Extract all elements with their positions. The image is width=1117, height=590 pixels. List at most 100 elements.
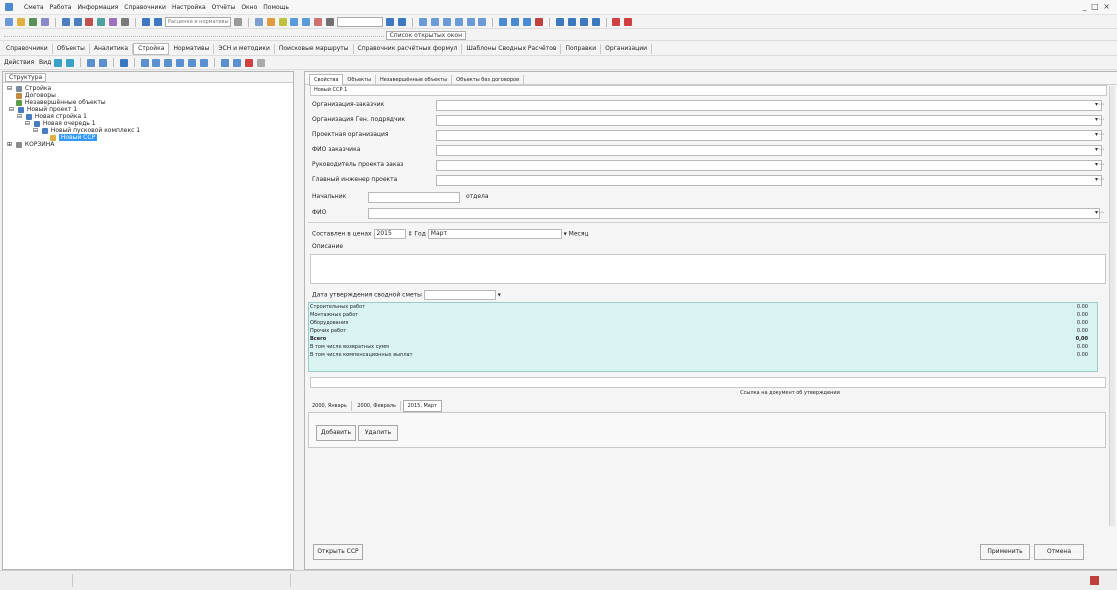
apply-button[interactable]: Применить — [980, 544, 1030, 560]
lookup-icon[interactable]: ▾⋯ — [1095, 131, 1104, 138]
delete-button[interactable]: Удалить — [358, 425, 398, 441]
cancel-button[interactable]: Отмена — [1034, 544, 1084, 560]
tree-item[interactable]: Договоры — [7, 92, 140, 99]
tool-icon[interactable] — [188, 58, 197, 67]
add-icon[interactable] — [54, 58, 63, 67]
dropdown-icon[interactable] — [233, 18, 242, 26]
tool-icon[interactable] — [442, 18, 451, 26]
tool-icon[interactable] — [164, 58, 173, 67]
copy-icon[interactable] — [97, 18, 106, 26]
tree-item[interactable]: Незавершённые объекты — [7, 99, 140, 106]
menu-item[interactable]: Смета — [24, 4, 44, 11]
export-icon[interactable] — [290, 18, 299, 26]
flag-icon[interactable] — [278, 18, 287, 26]
delete-icon[interactable] — [85, 18, 94, 26]
tool-icon[interactable] — [478, 18, 487, 26]
menu-item[interactable]: Окно — [241, 4, 257, 11]
tab-normativy[interactable]: Нормативы — [169, 44, 215, 54]
expand-icon[interactable]: ⊟ — [7, 85, 13, 92]
menu-item[interactable]: Информация — [77, 4, 118, 11]
design-org-field[interactable] — [436, 130, 1102, 141]
paste-icon[interactable] — [109, 18, 118, 26]
spin-icon[interactable]: ⇕ — [407, 231, 412, 238]
tool-icon[interactable] — [430, 18, 439, 26]
tool-icon[interactable] — [567, 18, 576, 26]
fio-field[interactable] — [368, 208, 1100, 219]
cut-icon[interactable] — [121, 18, 130, 26]
expand-icon[interactable]: ⊟ — [17, 113, 23, 120]
open-ssr-button[interactable]: Открыть ССР — [313, 544, 363, 560]
new-icon[interactable] — [5, 18, 13, 26]
tab-corrections[interactable]: Поправки — [561, 44, 602, 54]
tab-unfinished[interactable]: Незавершённые объекты — [376, 75, 453, 85]
find-icon[interactable] — [142, 18, 151, 26]
tree-item[interactable]: Новый ССР — [7, 134, 140, 141]
tab-objects[interactable]: Объекты — [343, 75, 376, 85]
close-icon[interactable] — [244, 58, 253, 67]
ssr-name-field[interactable]: Новый ССР 1 — [310, 85, 1107, 96]
tree-item[interactable]: ⊟ Новый проект 1 — [7, 106, 140, 113]
excel-icon[interactable] — [314, 18, 323, 26]
open-windows-dropdown[interactable]: Список открытых окон — [385, 31, 467, 40]
structure-tab[interactable]: Структура — [5, 73, 47, 82]
import-icon[interactable] — [302, 18, 311, 26]
approval-date-field[interactable] — [423, 290, 496, 300]
approval-doc-field[interactable] — [310, 377, 1106, 388]
add-child-icon[interactable] — [66, 58, 75, 67]
window-controls[interactable]: _ □ × — [1083, 2, 1111, 11]
customer-org-field[interactable] — [436, 100, 1102, 111]
refresh-icon[interactable] — [256, 58, 265, 67]
tool-icon[interactable] — [499, 18, 508, 26]
error-icon[interactable] — [624, 18, 633, 26]
period-tab[interactable]: 2000, Февраль — [353, 401, 401, 411]
norm-combo[interactable]: Расценки и нормативы — [164, 17, 231, 27]
tree-item[interactable]: ⊟ Стройка — [7, 85, 140, 92]
tool-icon[interactable] — [220, 58, 229, 67]
settings-icon[interactable] — [326, 18, 335, 26]
lookup-icon[interactable]: ▾⋯ — [1095, 161, 1104, 168]
customer-fio-field[interactable] — [436, 145, 1102, 156]
tool-icon[interactable] — [555, 18, 564, 26]
expand-icon[interactable]: ⊟ — [33, 127, 39, 134]
period-tab-active[interactable]: 2015, Март — [402, 400, 442, 412]
save-icon[interactable] — [28, 18, 37, 26]
tree-item[interactable]: ⊟ Новый пусковой комплекс 1 — [7, 127, 140, 134]
tool-icon[interactable] — [200, 58, 209, 67]
chevron-down-icon[interactable]: ▾ — [498, 292, 501, 299]
expand-icon[interactable]: ⊟ — [9, 106, 15, 113]
lookup-icon[interactable]: ▾⋯ — [1095, 116, 1104, 123]
tree-item[interactable]: ⊟ Новая очередь 1 — [7, 120, 140, 127]
table-icon[interactable] — [397, 18, 406, 26]
tool-icon[interactable] — [232, 58, 241, 67]
tab-organizations[interactable]: Организации — [601, 44, 653, 54]
chief-field[interactable] — [368, 192, 460, 203]
project-head-field[interactable] — [436, 160, 1102, 171]
tool-icon[interactable] — [176, 58, 185, 67]
search-icon[interactable] — [119, 58, 128, 67]
down-icon[interactable] — [98, 58, 107, 67]
tool-icon[interactable] — [418, 18, 427, 26]
tool-icon[interactable] — [466, 18, 475, 26]
tool-icon[interactable] — [591, 18, 600, 26]
filter-icon[interactable] — [153, 18, 162, 26]
undo-icon[interactable] — [61, 18, 70, 26]
menu-item[interactable]: Работа — [50, 4, 72, 11]
tab-analytics[interactable]: Аналитика — [90, 44, 134, 54]
lookup-icon[interactable]: ▾⋯ — [1095, 101, 1104, 108]
menu-item[interactable]: Отчёты — [212, 4, 236, 11]
warning-icon[interactable] — [266, 18, 275, 26]
error-icon[interactable] — [612, 18, 621, 26]
tool-icon[interactable] — [454, 18, 463, 26]
view-menu[interactable]: Вид — [39, 59, 51, 66]
calc-icon[interactable] — [254, 18, 263, 26]
tool-icon[interactable] — [152, 58, 161, 67]
secondary-combo[interactable] — [337, 17, 384, 27]
tab-no-contracts[interactable]: Объекты без договоров — [452, 75, 525, 85]
chief-engineer-field[interactable] — [436, 175, 1102, 186]
add-button[interactable]: Добавить — [316, 425, 356, 441]
tab-spravochniki[interactable]: Справочники — [2, 44, 53, 54]
tool-icon[interactable] — [140, 58, 149, 67]
year-spinner[interactable]: 2015 — [373, 229, 406, 239]
tab-formulas[interactable]: Справочник расчётных формул — [354, 44, 463, 54]
lookup-icon[interactable]: ▾⋯ — [1095, 209, 1104, 216]
